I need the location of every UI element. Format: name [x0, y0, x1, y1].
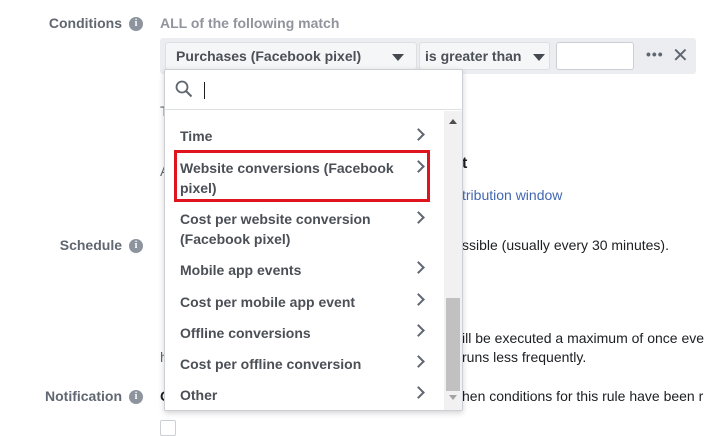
scrollbar-thumb[interactable] — [446, 298, 460, 391]
operator-select-value: is greater than — [425, 48, 522, 64]
chevron-right-icon — [412, 211, 425, 224]
chevron-right-icon — [412, 324, 425, 337]
schedule-info-icon[interactable]: i — [129, 239, 143, 253]
chevron-right-icon — [412, 355, 425, 368]
more-options-icon[interactable]: ••• — [646, 46, 664, 62]
highlight-annotation-box — [174, 150, 430, 202]
execution-note-line2: runs less frequently. — [462, 349, 587, 365]
chevron-right-icon — [412, 386, 425, 399]
notification-description: hen conditions for this rule have been r — [462, 388, 704, 404]
chevron-right-icon — [412, 261, 425, 274]
search-icon — [175, 80, 193, 98]
dropdown-item-offline-conversions[interactable]: Offline conversions — [165, 321, 443, 351]
caret-down-icon — [392, 54, 404, 61]
operator-select[interactable]: is greater than — [419, 42, 550, 70]
dropdown-scrollbar[interactable] — [444, 111, 462, 410]
condition-value-input[interactable] — [556, 42, 634, 70]
notification-info-icon[interactable]: i — [129, 390, 143, 404]
scroll-up-icon[interactable] — [449, 119, 457, 124]
dropdown-search[interactable] — [165, 70, 462, 110]
notification-label: Notification — [45, 388, 122, 404]
metric-select-value: Purchases (Facebook pixel) — [176, 48, 362, 64]
conditions-info-icon[interactable]: i — [129, 17, 143, 31]
dropdown-item-mobile-app-events[interactable]: Mobile app events — [165, 258, 443, 288]
execution-note-line1: ill be executed a maximum of once eve — [462, 330, 705, 346]
scroll-down-icon[interactable] — [449, 395, 457, 400]
dropdown-item-cost-per-mobile-app-event[interactable]: Cost per mobile app event — [165, 290, 443, 320]
text-cursor — [204, 82, 205, 99]
schedule-description: ssible (usually every 30 minutes). — [462, 237, 669, 253]
attribution-window-link[interactable]: tribution window — [462, 187, 562, 203]
chevron-right-icon — [412, 128, 425, 141]
dropdown-item-time[interactable]: Time — [165, 121, 443, 151]
dropdown-item-cost-per-website-conversion[interactable]: Cost per website conversion (Facebook pi… — [165, 207, 443, 251]
conditions-label: Conditions — [48, 15, 122, 31]
dropdown-item-label: Cost per mobile app event — [180, 294, 356, 310]
conditions-match-text: ALL of the following match — [160, 15, 340, 31]
dropdown-item-cost-per-offline-conversion[interactable]: Cost per offline conversion — [165, 352, 443, 382]
metric-dropdown-menu: Time Website conversions (Facebook pixel… — [164, 69, 463, 411]
notification-checkbox[interactable] — [160, 420, 176, 436]
dropdown-item-label: Time — [180, 128, 213, 144]
dropdown-item-label: Mobile app events — [180, 262, 302, 278]
caret-down-icon — [533, 54, 545, 61]
dropdown-item-label: Cost per offline conversion — [180, 356, 362, 372]
dropdown-item-label: Other — [180, 387, 218, 403]
dropdown-item-other[interactable]: Other — [165, 383, 443, 410]
dropdown-item-label: Offline conversions — [180, 325, 311, 341]
schedule-label: Schedule — [59, 237, 122, 253]
chevron-right-icon — [412, 293, 425, 306]
remove-condition-icon[interactable]: ✕ — [672, 43, 689, 68]
metric-select[interactable]: Purchases (Facebook pixel) — [165, 42, 417, 70]
dropdown-item-label: Cost per website conversion (Facebook pi… — [180, 211, 371, 247]
